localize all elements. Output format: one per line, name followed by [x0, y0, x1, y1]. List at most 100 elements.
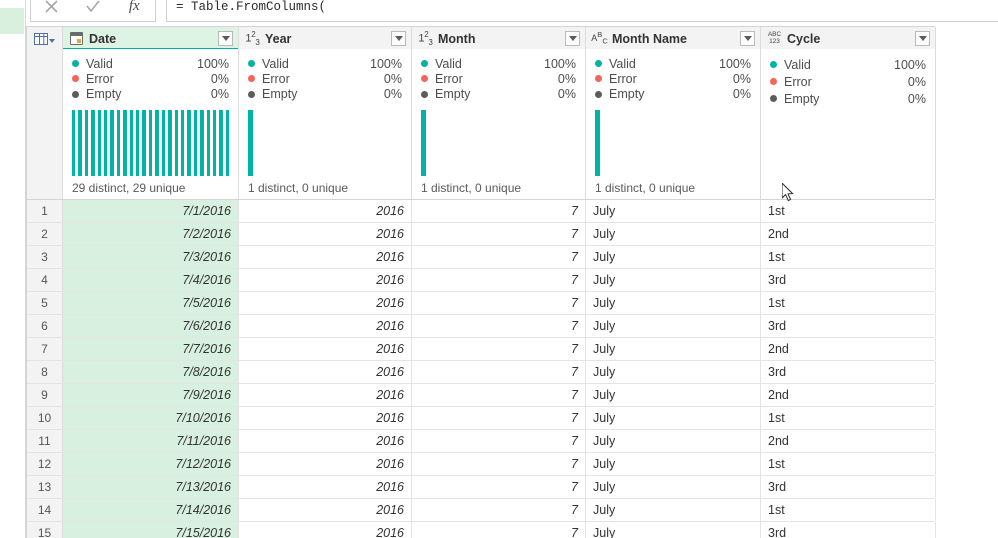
cell-date[interactable]: 7/3/2016: [63, 246, 239, 268]
column-filter-button[interactable]: [391, 31, 406, 46]
cell-month-name[interactable]: July: [586, 200, 761, 222]
column-filter-button[interactable]: [740, 31, 755, 46]
cell-cycle[interactable]: 3rd: [761, 269, 936, 291]
column-header-date[interactable]: Date: [63, 27, 239, 51]
cell-month-name[interactable]: July: [586, 361, 761, 383]
cell-month[interactable]: 7: [412, 269, 586, 291]
column-filter-button[interactable]: [915, 31, 930, 46]
cell-cycle[interactable]: 3rd: [761, 361, 936, 383]
cell-date[interactable]: 7/10/2016: [63, 407, 239, 429]
cell-cycle[interactable]: 2nd: [761, 338, 936, 360]
cell-date[interactable]: 7/12/2016: [63, 453, 239, 475]
cell-date[interactable]: 7/1/2016: [63, 200, 239, 222]
cell-cycle[interactable]: 1st: [761, 292, 936, 314]
check-icon[interactable]: [76, 0, 110, 20]
cell-date[interactable]: 7/2/2016: [63, 223, 239, 245]
cell-cycle[interactable]: 1st: [761, 499, 936, 521]
cell-date[interactable]: 7/13/2016: [63, 476, 239, 498]
cell-date[interactable]: 7/5/2016: [63, 292, 239, 314]
table-row[interactable]: 8 7/8/2016 2016 7 July 3rd: [27, 361, 936, 384]
cell-month[interactable]: 7: [412, 476, 586, 498]
cell-month-name[interactable]: July: [586, 499, 761, 521]
column-header-year[interactable]: 123 Year: [239, 27, 412, 50]
cell-month[interactable]: 7: [412, 522, 586, 538]
cell-year[interactable]: 2016: [239, 315, 412, 337]
table-row[interactable]: 1 7/1/2016 2016 7 July 1st: [27, 200, 936, 223]
table-menu-button[interactable]: [27, 27, 63, 50]
table-row[interactable]: 12 7/12/2016 2016 7 July 1st: [27, 453, 936, 476]
cell-month-name[interactable]: July: [586, 292, 761, 314]
cell-year[interactable]: 2016: [239, 476, 412, 498]
table-row[interactable]: 3 7/3/2016 2016 7 July 1st: [27, 246, 936, 269]
table-row[interactable]: 13 7/13/2016 2016 7 July 3rd: [27, 476, 936, 499]
table-row[interactable]: 5 7/5/2016 2016 7 July 1st: [27, 292, 936, 315]
cell-year[interactable]: 2016: [239, 384, 412, 406]
column-header-month[interactable]: 123 Month: [412, 27, 586, 50]
cell-year[interactable]: 2016: [239, 200, 412, 222]
cell-month[interactable]: 7: [412, 338, 586, 360]
cell-date[interactable]: 7/9/2016: [63, 384, 239, 406]
cell-month[interactable]: 7: [412, 246, 586, 268]
cell-cycle[interactable]: 3rd: [761, 476, 936, 498]
cell-year[interactable]: 2016: [239, 361, 412, 383]
cell-year[interactable]: 2016: [239, 269, 412, 291]
cell-month-name[interactable]: July: [586, 476, 761, 498]
cell-month[interactable]: 7: [412, 223, 586, 245]
table-row[interactable]: 7 7/7/2016 2016 7 July 2nd: [27, 338, 936, 361]
cell-cycle[interactable]: 1st: [761, 407, 936, 429]
cell-date[interactable]: 7/15/2016: [63, 522, 239, 538]
cell-cycle[interactable]: 1st: [761, 453, 936, 475]
cell-year[interactable]: 2016: [239, 407, 412, 429]
cell-year[interactable]: 2016: [239, 338, 412, 360]
cell-date[interactable]: 7/14/2016: [63, 499, 239, 521]
table-row[interactable]: 14 7/14/2016 2016 7 July 1st: [27, 499, 936, 522]
table-row[interactable]: 11 7/11/2016 2016 7 July 2nd: [27, 430, 936, 453]
cell-month[interactable]: 7: [412, 361, 586, 383]
cell-cycle[interactable]: 1st: [761, 200, 936, 222]
cell-month[interactable]: 7: [412, 200, 586, 222]
column-filter-button[interactable]: [565, 31, 580, 46]
table-row[interactable]: 10 7/10/2016 2016 7 July 1st: [27, 407, 936, 430]
cell-month[interactable]: 7: [412, 430, 586, 452]
cell-month-name[interactable]: July: [586, 338, 761, 360]
formula-input[interactable]: = Table.FromColumns(: [166, 0, 998, 22]
cell-cycle[interactable]: 2nd: [761, 223, 936, 245]
cell-month[interactable]: 7: [412, 499, 586, 521]
cell-cycle[interactable]: 2nd: [761, 384, 936, 406]
table-row[interactable]: 9 7/9/2016 2016 7 July 2nd: [27, 384, 936, 407]
cell-year[interactable]: 2016: [239, 499, 412, 521]
cell-year[interactable]: 2016: [239, 453, 412, 475]
cell-year[interactable]: 2016: [239, 246, 412, 268]
table-row[interactable]: 6 7/6/2016 2016 7 July 3rd: [27, 315, 936, 338]
cell-year[interactable]: 2016: [239, 223, 412, 245]
cell-year[interactable]: 2016: [239, 430, 412, 452]
table-row[interactable]: 15 7/15/2016 2016 7 July 3rd: [27, 522, 936, 538]
cell-month-name[interactable]: July: [586, 407, 761, 429]
cell-month[interactable]: 7: [412, 384, 586, 406]
cell-date[interactable]: 7/6/2016: [63, 315, 239, 337]
cell-cycle[interactable]: 3rd: [761, 315, 936, 337]
cell-month-name[interactable]: July: [586, 522, 761, 538]
table-row[interactable]: 2 7/2/2016 2016 7 July 2nd: [27, 223, 936, 246]
cell-month-name[interactable]: July: [586, 246, 761, 268]
column-header-month-name[interactable]: ABC Month Name: [586, 27, 761, 50]
cell-cycle[interactable]: 1st: [761, 246, 936, 268]
cell-date[interactable]: 7/7/2016: [63, 338, 239, 360]
cell-cycle[interactable]: 2nd: [761, 430, 936, 452]
cell-month-name[interactable]: July: [586, 269, 761, 291]
cell-year[interactable]: 2016: [239, 522, 412, 538]
cell-date[interactable]: 7/4/2016: [63, 269, 239, 291]
cell-month[interactable]: 7: [412, 453, 586, 475]
cell-month-name[interactable]: July: [586, 384, 761, 406]
cell-year[interactable]: 2016: [239, 292, 412, 314]
table-row[interactable]: 4 7/4/2016 2016 7 July 3rd: [27, 269, 936, 292]
column-filter-button[interactable]: [218, 31, 233, 46]
column-header-cycle[interactable]: ABC 123 Cycle: [761, 27, 936, 50]
cell-month-name[interactable]: July: [586, 223, 761, 245]
cell-month-name[interactable]: July: [586, 315, 761, 337]
cell-month-name[interactable]: July: [586, 430, 761, 452]
cell-cycle[interactable]: 3rd: [761, 522, 936, 538]
cell-month[interactable]: 7: [412, 407, 586, 429]
cell-month[interactable]: 7: [412, 315, 586, 337]
cell-month-name[interactable]: July: [586, 453, 761, 475]
